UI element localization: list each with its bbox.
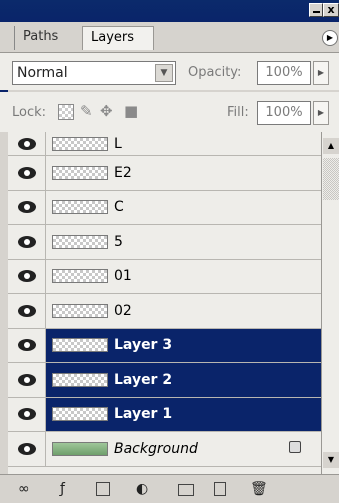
layer-thumbnail [52,200,108,215]
layer-thumbnail [52,303,108,318]
fill-label: Fill: [227,105,249,120]
lock-label: Lock: [12,105,47,120]
layer-mask-icon[interactable] [96,482,110,496]
eye-icon [17,339,36,352]
layer-row-selected[interactable]: Layer 3 [8,328,321,363]
panel-tabs: Paths Layers ▶ [0,22,339,52]
layer-row[interactable]: E2 [8,156,321,191]
layers-toolbar: ∞ ƒ ◐ 🗑 [0,474,339,503]
layer-style-icon[interactable]: ƒ [60,481,65,497]
layer-row[interactable]: 01 [8,259,321,294]
scroll-thumb[interactable] [323,158,339,200]
layers-scrollbar[interactable]: ▲ ▼ [321,132,339,474]
layer-row-background[interactable]: Background [8,432,321,467]
tab-paths[interactable]: Paths [14,26,80,50]
layer-name: C [114,199,124,216]
fill-slider-button[interactable]: ▶ [313,101,329,125]
close-button[interactable]: x [323,3,339,17]
layer-row-selected[interactable]: Layer 2 [8,363,321,398]
trash-icon[interactable]: 🗑 [250,481,268,497]
layer-row[interactable]: 02 [8,294,321,329]
arrow-right-icon: ▶ [317,108,325,117]
lock-icon[interactable]: ■ [124,103,138,119]
blend-opacity-row: Normal ▼ Opacity: 100% ▶ [0,52,339,90]
scroll-up-button[interactable]: ▲ [323,138,339,154]
panel-menu-button[interactable]: ▶ [322,30,338,46]
layer-thumbnail [52,269,108,284]
layer-name: 5 [114,233,123,250]
visibility-toggle[interactable] [8,132,46,155]
new-layer-icon[interactable] [214,482,226,496]
minimize-icon [312,11,320,13]
eye-icon [17,166,36,179]
eye-icon [17,201,36,214]
layer-thumbnail [52,136,108,151]
brush-icon[interactable]: ✎ [80,103,93,119]
layer-name: E2 [114,164,132,181]
layer-name: Background [114,440,198,457]
layer-thumbnail [52,372,108,387]
minimize-button[interactable] [309,3,323,17]
layer-row[interactable]: C [8,190,321,225]
visibility-toggle[interactable] [8,225,46,259]
move-icon[interactable]: ✥ [100,103,113,119]
layer-row-selected[interactable]: Layer 1 [8,397,321,432]
lock-fill-row: Lock: ✎ ✥ ■ Fill: 100% ▶ [0,92,339,132]
layer-name: Layer 2 [114,371,173,388]
eye-icon [17,137,36,150]
visibility-toggle[interactable] [8,190,46,224]
visibility-toggle[interactable] [8,432,46,466]
eye-icon [17,304,36,317]
link-icon[interactable]: ∞ [18,481,30,497]
window-title-bar: x [0,0,339,22]
opacity-field[interactable]: 100% [257,61,311,85]
adjustment-layer-icon[interactable]: ◐ [136,481,148,497]
layer-thumbnail [52,234,108,249]
chevron-down-icon[interactable]: ▼ [155,64,173,82]
layer-row[interactable]: 5 [8,225,321,260]
tab-layers[interactable]: Layers [82,26,154,50]
layer-name: 01 [114,268,132,285]
eye-icon [17,408,36,421]
layer-name: L [114,135,122,152]
lock-icon [289,441,301,453]
folder-icon[interactable] [178,484,194,496]
layer-name: 02 [114,302,132,319]
layer-name: Layer 1 [114,406,173,423]
eye-icon [17,373,36,386]
layer-row[interactable]: L [8,132,321,156]
visibility-toggle[interactable] [8,294,46,328]
layer-thumbnail [52,165,108,180]
eye-icon [17,270,36,283]
opacity-label: Opacity: [188,65,242,80]
layer-name: Layer 3 [114,337,173,354]
layers-list: L E2 C 5 01 02 Layer 3 Layer 2 Layer 1 B… [8,132,321,474]
visibility-toggle[interactable] [8,259,46,293]
scroll-down-button[interactable]: ▼ [323,452,339,468]
blend-mode-select[interactable]: Normal ▼ [12,61,176,85]
layer-thumbnail [52,441,108,456]
eye-icon [17,235,36,248]
arrow-right-icon: ▶ [326,33,334,42]
opacity-slider-button[interactable]: ▶ [313,61,329,85]
arrow-right-icon: ▶ [317,68,325,77]
lock-transparency-icon[interactable] [58,104,74,120]
visibility-toggle[interactable] [8,328,46,362]
visibility-toggle[interactable] [8,156,46,190]
eye-icon [17,442,36,455]
visibility-toggle[interactable] [8,397,46,431]
layer-thumbnail [52,407,108,422]
blend-mode-value: Normal [17,65,68,81]
fill-field[interactable]: 100% [257,101,311,125]
visibility-toggle[interactable] [8,363,46,397]
layer-thumbnail [52,338,108,353]
